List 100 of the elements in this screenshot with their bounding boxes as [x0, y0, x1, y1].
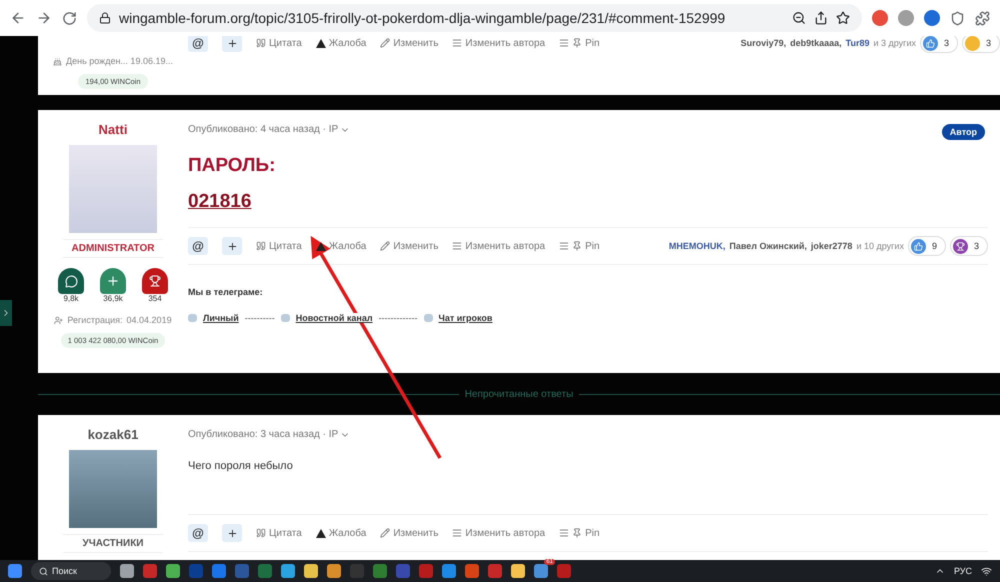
post-action[interactable]: Pin — [559, 240, 600, 252]
post-action[interactable]: Жалоба — [316, 240, 366, 252]
mention-button[interactable]: @ — [188, 524, 208, 542]
extension-icon[interactable] — [898, 10, 914, 26]
post-meta[interactable]: Опубликовано: 4 часа назад · IP — [188, 124, 338, 135]
registration-label: Регистрация: — [67, 315, 123, 325]
reload-button[interactable] — [62, 10, 77, 26]
add-button[interactable] — [222, 524, 242, 542]
warning-icon — [316, 528, 326, 538]
add-button[interactable] — [222, 36, 242, 52]
app-icon[interactable] — [281, 564, 295, 578]
others-count[interactable]: и 10 других — [856, 241, 904, 251]
liker-link[interactable]: joker2778 — [810, 241, 852, 251]
user-role: УЧАСТНИКИ — [63, 534, 163, 553]
reaction-button[interactable]: 3 — [962, 36, 1000, 53]
reaction-button[interactable]: 3 — [950, 236, 988, 256]
others-count[interactable]: и 3 других — [873, 38, 916, 48]
quote-icon — [256, 38, 266, 48]
post-action[interactable]: Изменить автора — [452, 528, 546, 538]
url-text: wingamble-forum.org/topic/3105-frirolly-ot-pokerdom-dlja-wingamble/page/231/#comment-152999 — [119, 10, 726, 26]
list-icon — [559, 241, 570, 251]
app-icon[interactable] — [120, 564, 134, 578]
thumbs-up-icon — [910, 238, 926, 254]
post-meta[interactable]: Опубликовано: 3 часа назад · IP — [188, 429, 338, 440]
forward-button[interactable] — [36, 10, 52, 26]
warning-icon — [316, 38, 326, 48]
plus-icon — [226, 240, 238, 252]
wifi-icon[interactable] — [981, 566, 992, 576]
list-icon — [452, 38, 462, 48]
post-heading: ПАРОЛЬ: — [188, 155, 276, 177]
user-role: ADMINISTRATOR — [63, 239, 163, 258]
post-action[interactable]: Pin — [559, 38, 600, 48]
plus-icon — [226, 38, 238, 48]
mention-button[interactable]: @ — [188, 237, 208, 255]
registration-date: 04.04.2019 — [126, 315, 172, 325]
user-plus-icon — [54, 316, 64, 324]
back-button[interactable] — [10, 10, 26, 26]
list-icon — [452, 528, 462, 538]
mention-button[interactable]: @ — [188, 36, 208, 52]
app-icon[interactable] — [304, 564, 318, 578]
warning-icon — [316, 242, 326, 250]
post-action[interactable]: Изменить — [380, 38, 438, 48]
post-action[interactable]: Цитата — [256, 528, 302, 538]
dash-separator: ------------- — [378, 313, 418, 323]
app-icon[interactable] — [166, 564, 180, 578]
author-name[interactable]: kozak61 — [88, 427, 138, 442]
taskbar-search[interactable]: Поиск — [31, 562, 111, 580]
post-action[interactable]: Цитата — [256, 38, 302, 48]
sidebar-toggle[interactable] — [0, 300, 12, 326]
plus-icon — [226, 528, 238, 538]
post-action[interactable]: Изменить — [380, 528, 438, 538]
link-icon — [280, 314, 290, 322]
password-link[interactable]: 021816 — [188, 191, 252, 213]
liker-link[interactable]: Suroviy79, — [740, 38, 786, 48]
extension-icon[interactable] — [924, 10, 940, 26]
telegram-link[interactable]: Чат игроков — [438, 313, 492, 323]
zoom-out-icon[interactable] — [792, 11, 806, 25]
trophy-icon — [952, 238, 968, 254]
app-icon[interactable] — [511, 564, 525, 578]
reaction-button[interactable]: 9 — [908, 236, 946, 256]
author-name[interactable]: Natti — [98, 122, 128, 137]
stat-count: 36,9k — [103, 294, 123, 303]
post-action[interactable]: Изменить — [380, 240, 438, 252]
dash-separator: ---------- — [244, 313, 275, 323]
post-action[interactable]: Жалоба — [316, 38, 366, 48]
liker-link[interactable]: MHEMOHUK, — [668, 241, 726, 251]
telegram-link[interactable]: Личный — [203, 313, 239, 323]
list-icon — [452, 241, 462, 251]
liker-link[interactable]: deb9tkaaaa, — [790, 38, 842, 48]
post-action[interactable]: Изменить автора — [452, 38, 546, 48]
list-icon — [559, 528, 570, 538]
app-icon[interactable] — [442, 564, 456, 578]
post-action[interactable]: Цитата — [256, 240, 302, 252]
puzzle-icon[interactable] — [975, 10, 990, 26]
stat-count: 9,8k — [63, 294, 79, 303]
quote-icon — [256, 528, 266, 538]
post-action[interactable]: Pin — [559, 528, 600, 538]
pin-icon — [572, 528, 582, 538]
extension-icon[interactable] — [872, 10, 888, 26]
post-action[interactable]: Изменить автора — [452, 240, 546, 252]
app-icon[interactable] — [534, 564, 548, 578]
list-icon — [559, 38, 570, 48]
quote-icon — [256, 241, 266, 251]
search-icon — [39, 566, 48, 576]
pencil-icon — [380, 38, 390, 48]
address-bar[interactable]: wingamble-forum.org/topic/3105-frirolly-ot-pokerdom-dlja-wingamble/page/231/#comment-152999 — [87, 4, 862, 32]
liker-link[interactable]: Павел Ожинский, — [729, 241, 807, 251]
add-button[interactable] — [222, 237, 242, 255]
telegram-link[interactable]: Новостной канал — [296, 313, 373, 323]
post-action[interactable]: Жалоба — [316, 528, 366, 538]
language-indicator[interactable]: РУС — [954, 566, 972, 576]
share-icon[interactable] — [814, 11, 828, 25]
shield-icon[interactable] — [950, 10, 965, 26]
star-icon[interactable] — [836, 11, 850, 25]
liker-link[interactable]: Tur89 — [846, 38, 870, 48]
lock-icon — [99, 12, 111, 24]
signature-title: Мы в телеграме: — [188, 287, 264, 297]
reaction-button[interactable]: 3 — [920, 36, 958, 53]
app-icon[interactable] — [327, 564, 341, 578]
birthday-text: День рожден... 19.06.19... — [66, 56, 173, 66]
